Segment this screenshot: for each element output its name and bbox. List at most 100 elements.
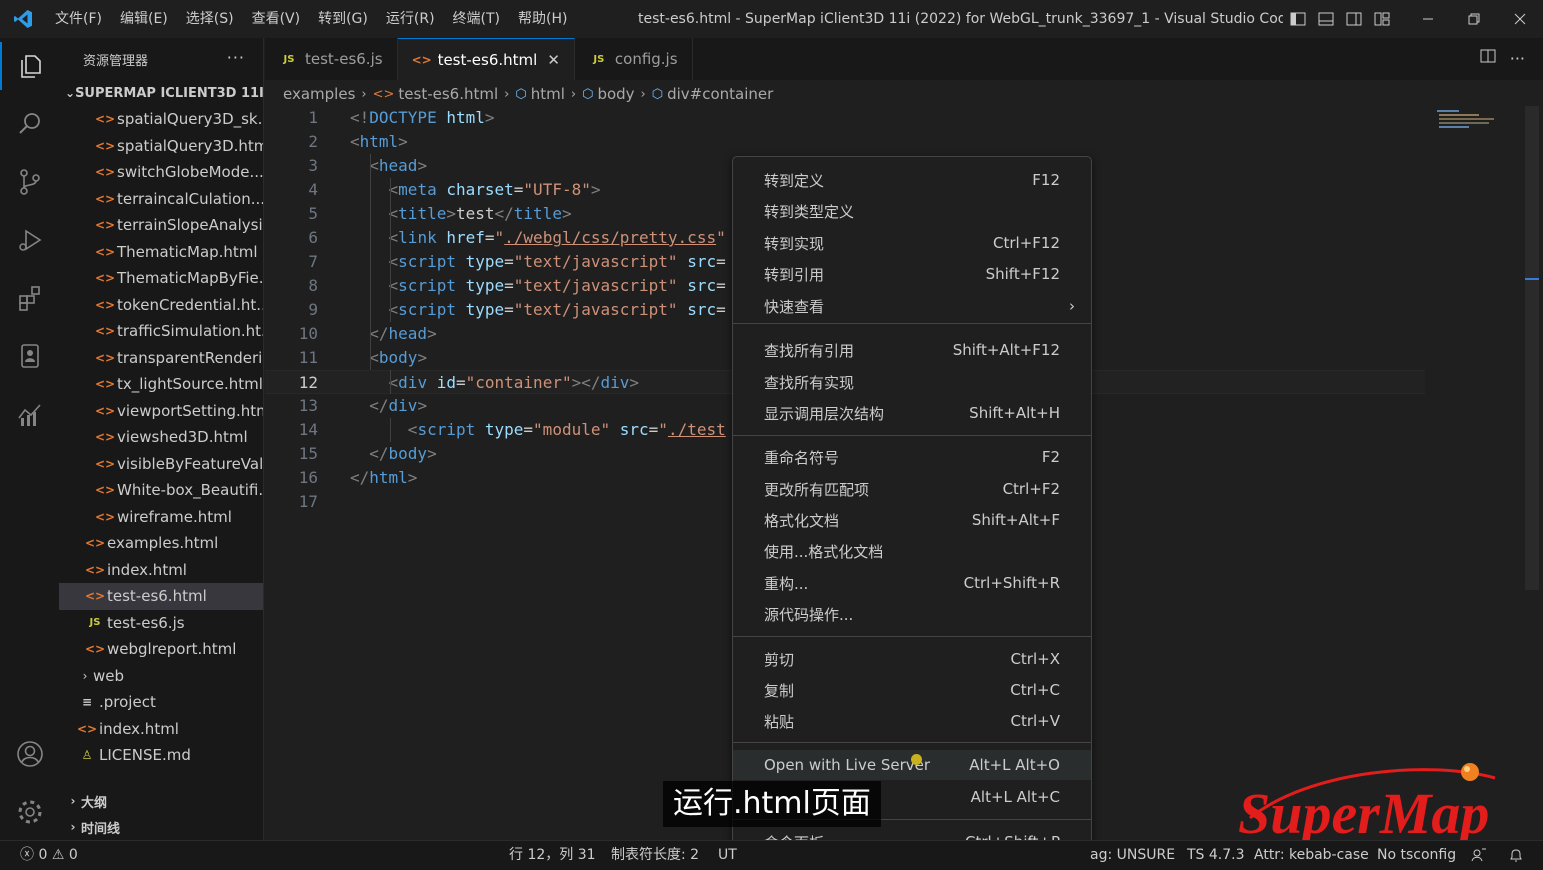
tree-item[interactable]: <> tokenCredential.ht...	[59, 292, 263, 319]
tree-item[interactable]: <> ThematicMap.html	[59, 239, 263, 266]
tree-item[interactable]: <> spatialQuery3D.html	[59, 133, 263, 160]
workspace-root[interactable]: ⌄ SUPERMAP ICLIENT3D 11I ...	[59, 80, 263, 106]
breadcrumb-item[interactable]: test-es6.html	[398, 85, 498, 103]
menu-item[interactable]: 转到引用 Shift+F12	[733, 259, 1091, 289]
remote-explorer-icon[interactable]	[0, 332, 59, 380]
outline-section[interactable]: › 大纲	[59, 788, 263, 814]
tree-item[interactable]: <> switchGlobeMode....	[59, 159, 263, 186]
account-icon[interactable]	[0, 730, 59, 778]
menu-item-label: 显示调用层次结构	[764, 404, 885, 423]
tree-item[interactable]: <> spatialQuery3D_sk...	[59, 106, 263, 133]
source-control-icon[interactable]	[0, 158, 59, 206]
tab-config-js[interactable]: JS config.js	[575, 38, 693, 80]
menu-item[interactable]: 粘贴 Ctrl+V	[733, 706, 1091, 736]
toggle-sidebar-icon[interactable]	[1288, 9, 1308, 29]
menu-item[interactable]: 格式化文档 Shift+Alt+F	[733, 505, 1091, 535]
menu-item[interactable]: 显示调用层次结构 Shift+Alt+H	[733, 398, 1091, 428]
tree-item[interactable]: <> White-box_Beautifi...	[59, 477, 263, 504]
editor-scrollbar[interactable]	[1525, 106, 1539, 590]
tree-item[interactable]: <> examples.html	[59, 530, 263, 557]
tree-item[interactable]: <> index.html	[59, 716, 263, 743]
menu-item[interactable]: 文件(F)	[46, 0, 111, 38]
breadcrumb-item[interactable]: html	[531, 85, 565, 103]
menu-item[interactable]: 查找所有实现	[733, 367, 1091, 397]
tree-item[interactable]: <> viewportSetting.html	[59, 398, 263, 425]
tree-item[interactable]: ≡ .project	[59, 689, 263, 716]
menu-item[interactable]: 终端(T)	[444, 0, 509, 38]
menu-item[interactable]: Open with Live Server Alt+L Alt+O	[733, 750, 1091, 780]
menu-item[interactable]: 转到实现 Ctrl+F12	[733, 228, 1091, 258]
minimap[interactable]	[1437, 108, 1495, 134]
tree-item-label: visibleByFeatureVal...	[117, 454, 263, 473]
close-icon[interactable]: ✕	[547, 51, 560, 69]
menu-item[interactable]: 编辑(E)	[111, 0, 177, 38]
menu-item[interactable]: 更改所有匹配项 Ctrl+F2	[733, 474, 1091, 504]
tree-item[interactable]: › web	[59, 663, 263, 690]
menu-item[interactable]: 转到定义 F12	[733, 165, 1091, 195]
tab-test-es6-html[interactable]: <> test-es6.html ✕	[397, 38, 575, 80]
split-editor-icon[interactable]	[1480, 48, 1496, 68]
menu-item[interactable]: 转到(G)	[309, 0, 377, 38]
tree-item[interactable]: <> visibleByFeatureVal...	[59, 451, 263, 478]
tree-item[interactable]: <> terraincalCulation....	[59, 186, 263, 213]
tag-status[interactable]: ag: UNSURE	[1090, 841, 1175, 869]
close-window-icon[interactable]	[1497, 0, 1543, 38]
restore-icon[interactable]	[1451, 0, 1497, 38]
timeline-section[interactable]: › 时间线	[59, 814, 263, 840]
settings-gear-icon[interactable]	[0, 788, 59, 836]
toggle-secondary-sidebar-icon[interactable]	[1344, 9, 1364, 29]
charts-icon[interactable]	[0, 390, 59, 438]
code-token: type	[465, 252, 505, 271]
code-token: src	[687, 252, 717, 271]
menu-item[interactable]: 查找所有引用 Shift+Alt+F12	[733, 335, 1091, 365]
attr-case[interactable]: Attr: kebab-case	[1254, 841, 1369, 869]
tree-item[interactable]: <> test-es6.html	[59, 583, 263, 610]
code-content: <script type="text/javascript" src=	[350, 298, 726, 322]
tsconfig-status[interactable]: No tsconfig	[1377, 841, 1456, 869]
tree-item[interactable]: <> transparentRenderi...	[59, 345, 263, 372]
explorer-icon[interactable]	[0, 42, 59, 90]
menu-item[interactable]: 剪切 Ctrl+X	[733, 644, 1091, 674]
tree-item[interactable]: ♙ LICENSE.md	[59, 742, 263, 769]
encoding[interactable]: UT	[718, 841, 737, 869]
tree-item[interactable]: JS test-es6.js	[59, 610, 263, 637]
menu-item[interactable]: 复制 Ctrl+C	[733, 675, 1091, 705]
menu-item[interactable]: 快速查看 ›	[733, 291, 1091, 321]
run-debug-icon[interactable]	[0, 216, 59, 264]
tree-item[interactable]: <> terrainSlopeAnalysi...	[59, 212, 263, 239]
menu-item[interactable]: 源代码操作...	[733, 599, 1091, 629]
extensions-icon[interactable]	[0, 274, 59, 322]
menu-item[interactable]: 运行(R)	[377, 0, 444, 38]
menu-item[interactable]: 重命名符号 F2	[733, 442, 1091, 472]
cursor-position[interactable]: 行 12，列 31	[509, 841, 596, 869]
minimize-icon[interactable]	[1405, 0, 1451, 38]
breadcrumb-item[interactable]: examples	[283, 85, 355, 103]
live-share-icon[interactable]	[1471, 841, 1487, 870]
breadcrumb-item[interactable]: body	[597, 85, 634, 103]
menu-item[interactable]: 帮助(H)	[509, 0, 576, 38]
tree-item[interactable]: <> viewshed3D.html	[59, 424, 263, 451]
menu-item[interactable]: 转到类型定义	[733, 196, 1091, 226]
problems-indicator[interactable]: ⓧ 0 ⚠ 0	[20, 841, 78, 869]
tree-item[interactable]: <> wireframe.html	[59, 504, 263, 531]
search-icon[interactable]	[0, 100, 59, 148]
customize-layout-icon[interactable]	[1372, 9, 1392, 29]
toggle-panel-icon[interactable]	[1316, 9, 1336, 29]
menu-item[interactable]: 使用...格式化文档	[733, 536, 1091, 566]
code-token: ./webgl/css/pretty.css	[504, 228, 717, 247]
tree-item[interactable]: <> tx_lightSource.html	[59, 371, 263, 398]
tree-item[interactable]: <> webglreport.html	[59, 636, 263, 663]
menu-item[interactable]: 查看(V)	[243, 0, 310, 38]
ts-version[interactable]: TS 4.7.3	[1187, 841, 1245, 869]
tree-item[interactable]: <> ThematicMapByFie...	[59, 265, 263, 292]
menu-item[interactable]: 选择(S)	[177, 0, 243, 38]
tab-test-es6-js[interactable]: JS test-es6.js	[265, 38, 398, 80]
tree-item[interactable]: <> index.html	[59, 557, 263, 584]
menu-item[interactable]: 重构... Ctrl+Shift+R	[733, 568, 1091, 598]
notifications-bell-icon[interactable]	[1508, 841, 1524, 870]
more-actions-icon[interactable]: ···	[1510, 49, 1525, 68]
breadcrumb-item[interactable]: div#container	[667, 85, 773, 103]
more-actions-icon[interactable]: ···	[227, 48, 245, 67]
tab-size[interactable]: 制表符长度: 2	[611, 841, 699, 869]
tree-item[interactable]: <> trafficSimulation.ht...	[59, 318, 263, 345]
